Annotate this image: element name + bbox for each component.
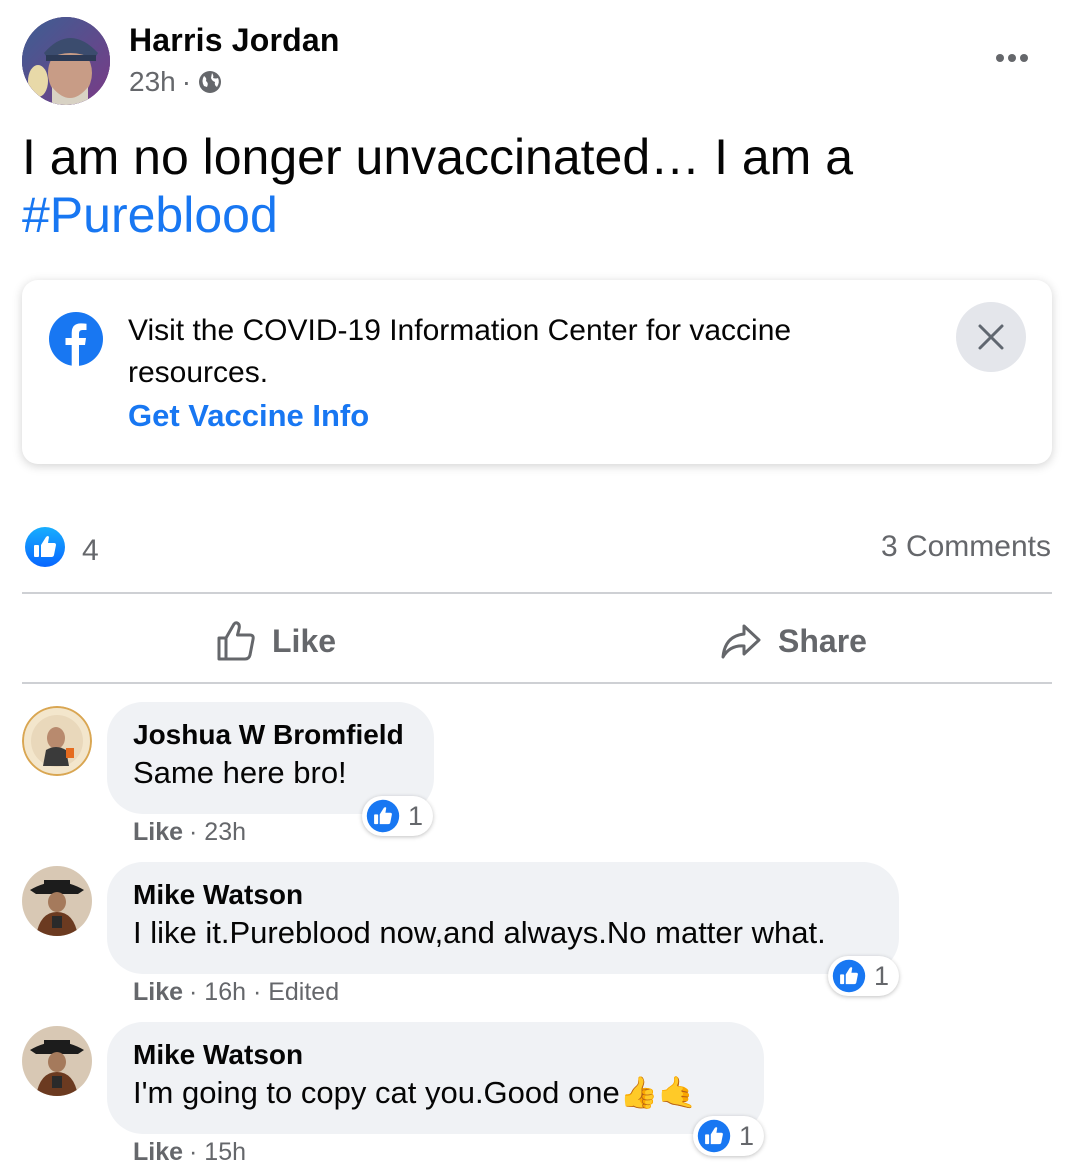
comment-reaction-count: 1 — [874, 960, 890, 991]
like-label: Like — [272, 622, 337, 659]
post-time[interactable]: 23h — [129, 66, 176, 98]
commenter-name[interactable]: Joshua W Bromfield — [133, 718, 408, 752]
comment-like-button[interactable]: Like — [133, 818, 183, 847]
comment-reactions[interactable]: 1 — [828, 956, 900, 996]
commenter-avatar[interactable] — [22, 706, 92, 776]
reaction-summary[interactable]: 4 — [24, 526, 99, 576]
comment-meta: · 15h — [189, 1138, 247, 1166]
comment-text: Same here bro! — [133, 755, 347, 790]
globe-icon — [197, 69, 223, 95]
like-badge-icon — [24, 526, 66, 576]
get-vaccine-info-link[interactable]: Get Vaccine Info — [128, 398, 369, 434]
commenter-name[interactable]: Mike Watson — [133, 1038, 738, 1072]
comment-bubble: Mike Watson I'm going to copy cat you.Go… — [107, 1022, 764, 1134]
divider — [22, 682, 1052, 684]
comment-text: I like it.Pureblood now,and always.No ma… — [133, 915, 826, 950]
covid-info-card: Visit the COVID-19 Information Center fo… — [22, 280, 1052, 464]
comment-meta: · 16h · Edited — [189, 978, 340, 1006]
like-badge-icon — [832, 959, 866, 993]
share-icon — [721, 624, 761, 659]
reaction-count: 4 — [82, 534, 99, 567]
facebook-logo-icon — [49, 312, 103, 366]
close-icon — [978, 324, 1004, 350]
commenter-avatar[interactable] — [22, 1026, 92, 1096]
comment-actions: Like · 23h — [133, 818, 246, 847]
comment-reaction-count: 1 — [408, 800, 424, 831]
post-body: I am no longer unvaccinated… I am a — [22, 129, 854, 185]
info-card-text: Visit the COVID-19 Information Center fo… — [128, 314, 792, 389]
hashtag-link[interactable]: #Pureblood — [22, 186, 1042, 244]
divider — [22, 592, 1052, 594]
comment-meta: · 23h — [189, 818, 247, 846]
facebook-post: Harris Jordan 23h · I am no longer unvac… — [0, 0, 1078, 1172]
comment-reactions[interactable]: 1 — [362, 796, 434, 836]
comment-bubble: Mike Watson I like it.Pureblood now,and … — [107, 862, 899, 974]
like-badge-icon — [366, 799, 400, 833]
comment-text-body: I'm going to copy cat you.Good one — [133, 1075, 620, 1110]
commenter-name[interactable]: Mike Watson — [133, 878, 873, 912]
comment-like-button[interactable]: Like — [133, 1138, 183, 1167]
like-button[interactable]: Like — [216, 610, 336, 672]
like-outline-icon — [217, 621, 255, 661]
share-label: Share — [778, 622, 867, 659]
comments-count[interactable]: 3 Comments — [881, 530, 1051, 564]
comment-reaction-count: 1 — [739, 1120, 755, 1151]
post-text: I am no longer unvaccinated… I am a #Pur… — [22, 128, 1042, 244]
more-options-button[interactable] — [992, 38, 1032, 78]
more-icon — [996, 54, 1004, 62]
comment-actions: Like · 15h — [133, 1138, 246, 1167]
commenter-avatar[interactable] — [22, 866, 92, 936]
share-button[interactable]: Share — [720, 610, 867, 672]
comment-actions: Like · 16h · Edited — [133, 978, 339, 1007]
comment-reactions[interactable]: 1 — [693, 1116, 765, 1156]
author-avatar[interactable] — [22, 17, 110, 105]
meta-separator: · — [181, 66, 192, 97]
comment-text: I'm going to copy cat you.Good one👍🤙 — [133, 1072, 738, 1114]
emoji-thumbs-call: 👍🤙 — [619, 1075, 697, 1110]
comment-like-button[interactable]: Like — [133, 978, 183, 1007]
post-meta: 23h · — [129, 66, 223, 98]
close-card-button[interactable] — [956, 302, 1026, 372]
like-badge-icon — [697, 1119, 731, 1153]
author-name[interactable]: Harris Jordan — [129, 22, 340, 59]
